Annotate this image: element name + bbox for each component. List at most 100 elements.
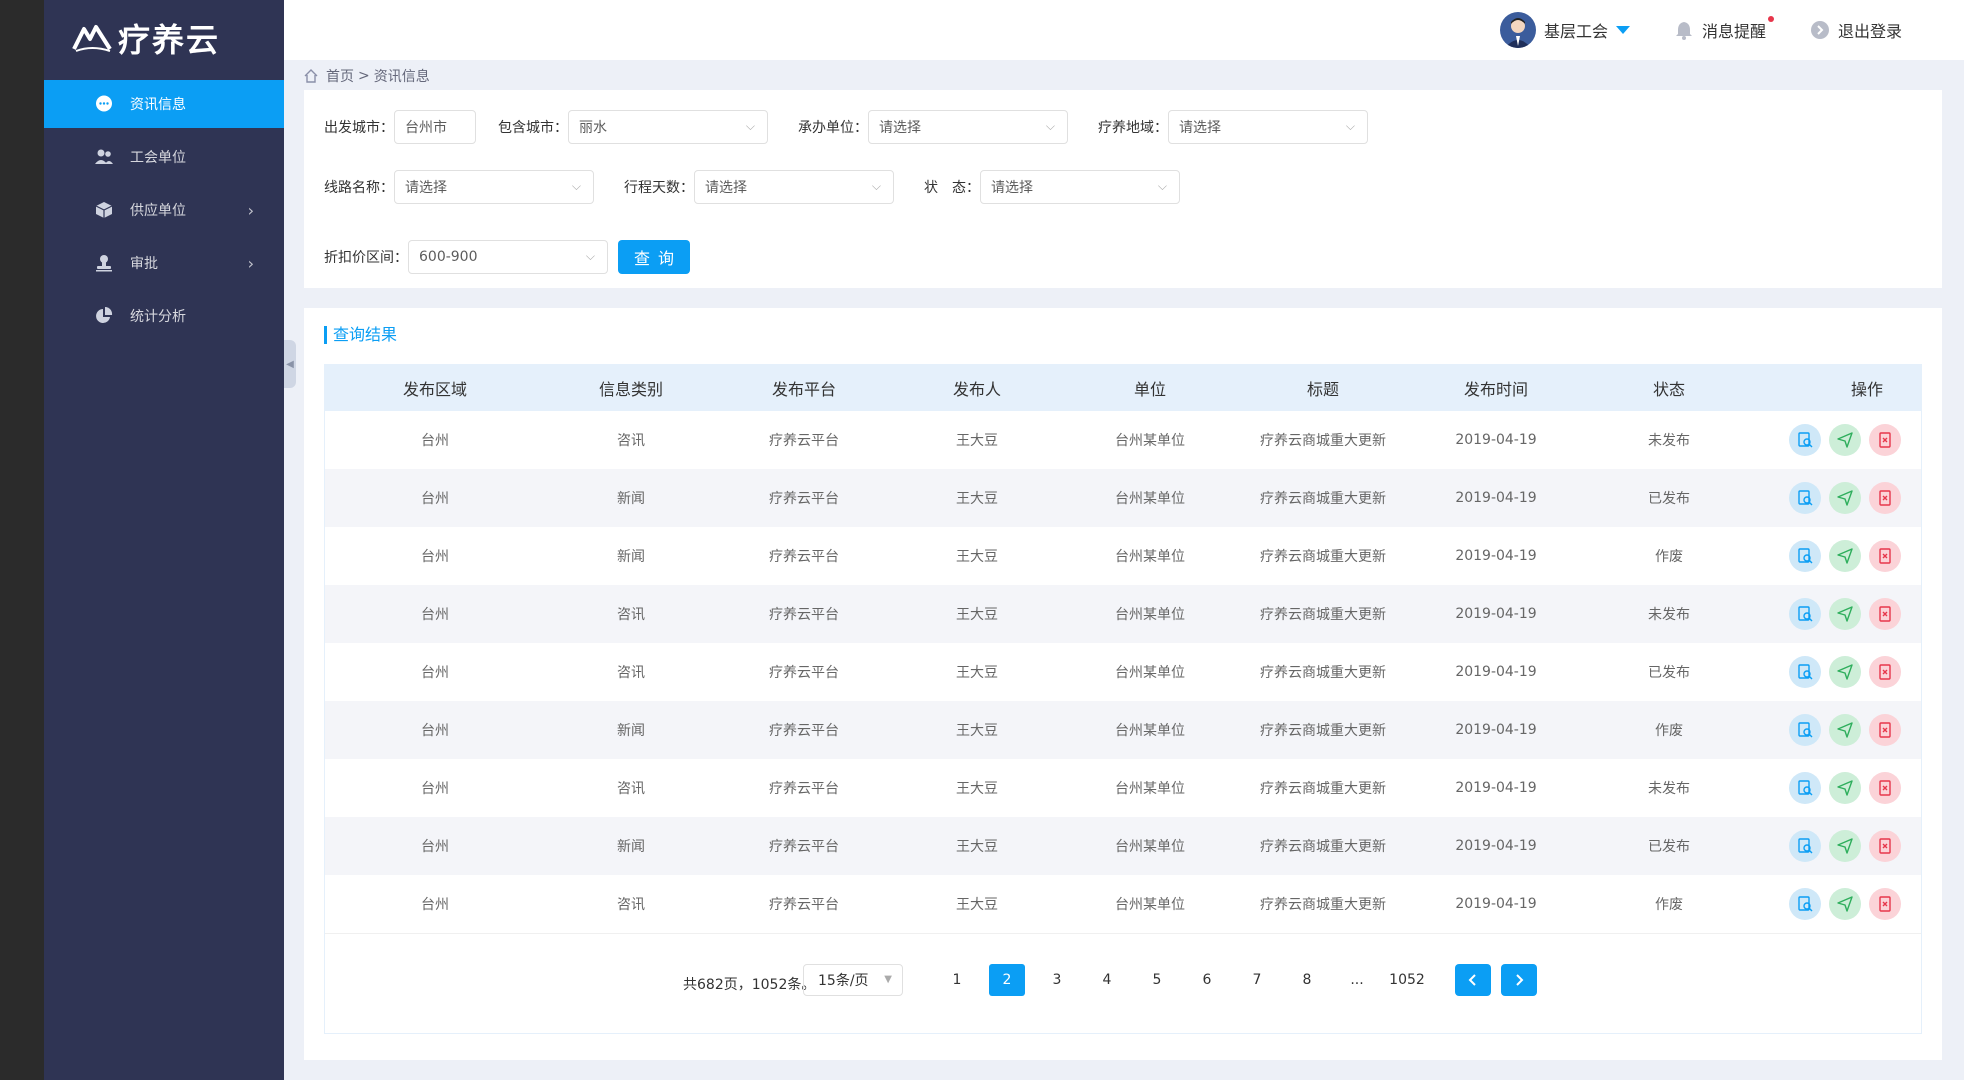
page-number[interactable]: 1052 <box>1389 964 1425 996</box>
publish-button[interactable] <box>1829 424 1861 456</box>
sidebar-item-approval[interactable]: 审批 › <box>44 239 284 287</box>
region-select[interactable]: 请选择 ⌵ <box>1168 110 1368 144</box>
results-title: 查询结果 <box>324 326 397 344</box>
sidebar-item-label: 资讯信息 <box>130 97 186 113</box>
publish-button[interactable] <box>1829 772 1861 804</box>
organizer-select[interactable]: 请选择 ⌵ <box>868 110 1068 144</box>
page-ellipsis: ... <box>1350 972 1364 988</box>
user-name: 基层工会 <box>1544 22 1609 41</box>
days-select[interactable]: 请选择 ⌵ <box>694 170 894 204</box>
logout-button[interactable]: 退出登录 <box>1810 18 1902 42</box>
include-city-label: 包含城市： <box>498 120 568 136</box>
app-logo: 疗养云 <box>72 12 220 64</box>
void-button[interactable] <box>1869 540 1901 572</box>
view-button[interactable] <box>1789 714 1821 746</box>
region-value: 请选择 <box>1179 120 1221 136</box>
void-button[interactable] <box>1869 772 1901 804</box>
sidebar-item-statistics[interactable]: 统计分析 <box>44 292 284 340</box>
page-number[interactable]: 6 <box>1189 964 1225 996</box>
sidebar-item-label: 审批 <box>130 256 158 272</box>
discount-select[interactable]: 600-900 ⌵ <box>408 240 608 274</box>
table-cell: 台州某单位 <box>1115 897 1185 913</box>
page-number[interactable]: 4 <box>1089 964 1125 996</box>
chevron-down-icon: ⌵ <box>745 119 755 133</box>
table-cell: 疗养云平台 <box>769 897 839 913</box>
page-size-select[interactable]: 15条/页 ▼ <box>803 964 903 996</box>
void-button[interactable] <box>1869 888 1901 920</box>
pie-icon <box>94 306 114 326</box>
view-button[interactable] <box>1789 656 1821 688</box>
table-row: 台州 咨讯 疗养云平台 王大豆 台州某单位 疗养云商城重大更新 2019-04-19 已发布 <box>325 643 1921 701</box>
table-cell: 作废 <box>1655 897 1683 913</box>
route-value: 请选择 <box>405 180 447 196</box>
page-number[interactable]: 7 <box>1239 964 1275 996</box>
view-icon <box>1798 548 1813 564</box>
route-select[interactable]: 请选择 ⌵ <box>394 170 594 204</box>
status-select[interactable]: 请选择 ⌵ <box>980 170 1180 204</box>
table-cell: 2019-04-19 <box>1455 780 1537 796</box>
column-header: 操作 <box>1850 380 1883 399</box>
void-button[interactable] <box>1869 598 1901 630</box>
stamp-icon <box>94 253 114 273</box>
sidebar-item-supplier[interactable]: 供应单位 › <box>44 186 284 234</box>
publish-button[interactable] <box>1829 714 1861 746</box>
send-icon <box>1837 606 1853 622</box>
chevron-down-icon: ⌵ <box>571 179 581 193</box>
sidebar-item-label: 统计分析 <box>130 309 186 325</box>
view-button[interactable] <box>1789 482 1821 514</box>
void-icon <box>1879 664 1891 680</box>
sidebar-item-label: 供应单位 <box>130 203 186 219</box>
page-number[interactable]: 5 <box>1139 964 1175 996</box>
chevron-right-icon: › <box>247 254 254 273</box>
table-cell: 新闻 <box>617 723 645 739</box>
sidebar-item-news[interactable]: 资讯信息 <box>44 80 284 128</box>
void-button[interactable] <box>1869 424 1901 456</box>
chevron-right-icon <box>1516 974 1524 986</box>
departure-input[interactable]: 台州市 <box>394 110 476 144</box>
sidebar-item-union[interactable]: 工会单位 <box>44 133 284 181</box>
column-header: 状态 <box>1652 380 1685 399</box>
table-cell: 咨讯 <box>617 607 645 623</box>
users-icon <box>94 147 114 167</box>
page-number[interactable]: 8 <box>1289 964 1325 996</box>
publish-button[interactable] <box>1829 888 1861 920</box>
publish-button[interactable] <box>1829 540 1861 572</box>
view-button[interactable] <box>1789 598 1821 630</box>
messages-button[interactable]: 消息提醒 <box>1674 16 1774 42</box>
sidebar-collapse-handle[interactable]: ◀ <box>284 340 296 388</box>
prev-page-button[interactable] <box>1455 964 1491 996</box>
column-header: 发布人 <box>952 380 1001 399</box>
view-button[interactable] <box>1789 830 1821 862</box>
table-cell: 咨讯 <box>617 665 645 681</box>
void-button[interactable] <box>1869 830 1901 862</box>
send-icon <box>1837 722 1853 738</box>
view-button[interactable] <box>1789 888 1821 920</box>
next-page-button[interactable] <box>1501 964 1537 996</box>
view-button[interactable] <box>1789 424 1821 456</box>
view-button[interactable] <box>1789 540 1821 572</box>
table-cell: 台州 <box>421 491 449 507</box>
publish-button[interactable] <box>1829 482 1861 514</box>
void-icon <box>1879 722 1891 738</box>
table-cell: 台州 <box>421 607 449 623</box>
publish-button[interactable] <box>1829 598 1861 630</box>
user-menu[interactable]: 基层工会 <box>1500 12 1631 48</box>
row-actions <box>1755 482 1943 514</box>
void-button[interactable] <box>1869 714 1901 746</box>
include-city-select[interactable]: 丽水 ⌵ <box>568 110 768 144</box>
table-row: 台州 咨讯 疗养云平台 王大豆 台州某单位 疗养云商城重大更新 2019-04-19 作废 <box>325 875 1921 933</box>
view-icon <box>1798 780 1813 796</box>
publish-button[interactable] <box>1829 830 1861 862</box>
row-actions <box>1755 540 1943 572</box>
void-button[interactable] <box>1869 482 1901 514</box>
publish-button[interactable] <box>1829 656 1861 688</box>
page-number[interactable]: 3 <box>1039 964 1075 996</box>
table-row: 台州 新闻 疗养云平台 王大豆 台州某单位 疗养云商城重大更新 2019-04-19 已发布 <box>325 817 1921 875</box>
page-number[interactable]: 2 <box>989 964 1025 996</box>
void-button[interactable] <box>1869 656 1901 688</box>
column-header: 发布平台 <box>771 380 836 399</box>
view-button[interactable] <box>1789 772 1821 804</box>
query-button[interactable]: 查询 <box>618 240 690 274</box>
page-number[interactable]: 1 <box>939 964 975 996</box>
breadcrumb-home[interactable]: 首页 <box>326 66 354 86</box>
